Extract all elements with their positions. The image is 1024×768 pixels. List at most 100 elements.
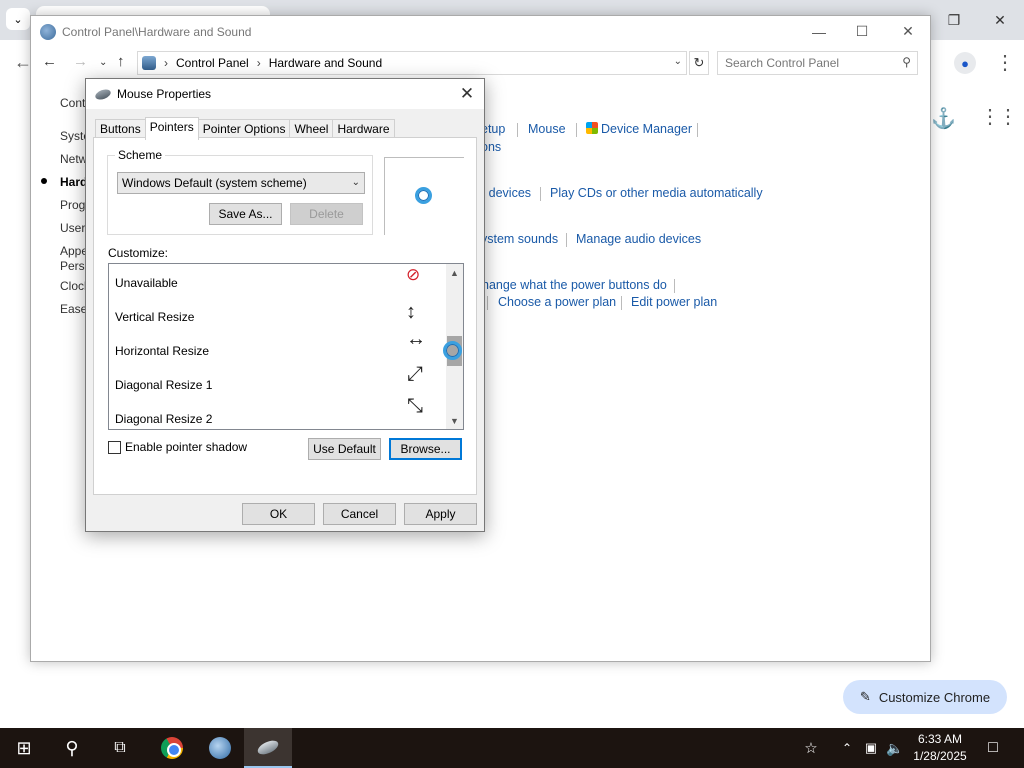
list-item[interactable]: Vertical Resize ↕ (109, 298, 444, 332)
dialog-close-button[interactable]: ✕ (450, 79, 484, 109)
labs-flask-icon[interactable]: ⚓ (931, 106, 956, 131)
address-row: ← → ⌄ ↑ › Control Panel › Hardware and S… (31, 51, 930, 77)
recent-locations-icon[interactable]: ⌄ (99, 57, 107, 68)
cp-window-title: Control Panel\Hardware and Sound (62, 24, 252, 39)
sidebar-item-hardware[interactable]: Hard (60, 175, 87, 189)
chevron-down-icon[interactable]: ⌄ (674, 56, 682, 67)
sidebar-control-panel-home[interactable]: Cont (60, 96, 85, 110)
address-bar[interactable]: › Control Panel › Hardware and Sound ⌄ (137, 51, 687, 75)
save-as-button[interactable]: Save As... (209, 203, 282, 225)
link-devices[interactable]: r devices (481, 186, 531, 200)
cursor-list[interactable]: Unavailable ⊘ Vertical Resize ↕ Horizont… (108, 263, 464, 430)
windows-start-icon[interactable]: ⊞ (0, 728, 48, 768)
active-bullet-icon (41, 178, 47, 184)
cursor-preview (384, 157, 464, 235)
use-default-button[interactable]: Use Default (308, 438, 381, 460)
pointer-shadow-label: Enable pointer shadow (125, 440, 248, 454)
sidebar-item-ease-of-access[interactable]: Ease (60, 302, 87, 316)
search-icon[interactable]: ⚲ (902, 55, 911, 69)
up-icon[interactable]: ↑ (117, 53, 125, 70)
back-icon[interactable]: ← (42, 53, 57, 70)
dialog-title: Mouse Properties (117, 87, 212, 101)
divider (517, 123, 518, 137)
link-power-plan[interactable]: Choose a power plan (498, 295, 616, 309)
notifications-icon[interactable]: □ (978, 728, 1008, 768)
taskbar: ⊞ ⚲ ⧉ ☆ ⌃ ▣ 🔈 6:33 AM 1/28/2025 □ (0, 728, 1024, 768)
pointer-shadow-checkbox[interactable] (108, 440, 121, 454)
volume-icon[interactable]: 🔈 (884, 728, 906, 768)
browser-menu-icon[interactable]: ⋮ (995, 50, 1015, 75)
list-item[interactable]: Unavailable ⊘ (109, 264, 444, 298)
customize-chrome-button[interactable]: ✎ Customize Chrome (843, 680, 1007, 714)
scroll-down-icon[interactable]: ▼ (446, 412, 463, 429)
sidebar-item-programs[interactable]: Prog (60, 198, 85, 212)
control-panel-icon (209, 737, 231, 759)
ok-button[interactable]: OK (242, 503, 315, 525)
diagonal-resize-2-icon: ⤡ (407, 395, 423, 417)
clock-time: 6:33 AM (917, 732, 963, 746)
horizontal-resize-icon: ↔ (406, 328, 426, 350)
maximize-button[interactable]: ☐ (839, 16, 885, 47)
tab-pointers[interactable]: Pointers (144, 117, 199, 140)
link-device-manager[interactable]: Device Manager (586, 122, 692, 136)
link-system-sounds[interactable]: ystem sounds (481, 232, 558, 246)
cursor-name: Diagonal Resize 2 (115, 412, 213, 426)
link-mouse[interactable]: Mouse (528, 122, 566, 136)
search-input[interactable]: Search Control Panel ⚲ (717, 51, 918, 75)
restore-button[interactable]: ❐ (934, 8, 974, 32)
link-audio-devices[interactable]: Manage audio devices (576, 232, 701, 246)
apply-button[interactable]: Apply (404, 503, 477, 525)
tab-strip: Buttons Pointers Pointer Options Wheel H… (95, 117, 395, 140)
vertical-resize-icon: ↕ (406, 301, 416, 323)
cursor-name: Horizontal Resize (115, 344, 210, 358)
tab-search-button[interactable]: ⌄ (6, 8, 30, 30)
link-edit-power-plan[interactable]: Edit power plan (631, 295, 717, 309)
breadcrumb-hardware-sound[interactable]: Hardware and Sound (269, 56, 382, 70)
shield-icon (586, 122, 598, 134)
task-view-icon[interactable]: ⧉ (96, 728, 144, 768)
refresh-icon[interactable]: ↻ (689, 51, 709, 75)
divider (697, 123, 698, 137)
taskbar-clock[interactable]: 6:33 AM 1/28/2025 (908, 731, 972, 765)
link-play-cds[interactable]: Play CDs or other media automatically (550, 186, 763, 200)
sidebar-item-appearance[interactable]: Appe (60, 244, 88, 258)
breadcrumb-control-panel[interactable]: Control Panel (176, 56, 249, 70)
pencil-icon: ✎ (859, 689, 871, 704)
profile-avatar[interactable]: ● (954, 52, 976, 74)
forward-icon[interactable]: → (73, 53, 88, 70)
dialog-titlebar: Mouse Properties ✕ (86, 79, 484, 109)
divider (487, 296, 488, 310)
sidebar-item-network[interactable]: Netw (60, 152, 87, 166)
cancel-button[interactable]: Cancel (323, 503, 396, 525)
mouse-properties-taskbar-icon[interactable] (244, 728, 292, 768)
chevron-up-icon[interactable]: ⌃ (836, 728, 858, 768)
people-icon[interactable]: ☆ (796, 728, 826, 768)
sidebar-item-user-accounts[interactable]: User (60, 221, 85, 235)
search-icon[interactable]: ⚲ (48, 728, 96, 768)
apps-grid-icon[interactable]: ⋮⋮⋮ (980, 104, 1024, 129)
close-browser-button[interactable]: ✕ (980, 8, 1020, 32)
pointer-shadow-option[interactable]: Enable pointer shadow (108, 440, 247, 454)
unavailable-cursor-icon: ⊘ (406, 265, 421, 284)
busy-cursor-icon (415, 187, 432, 204)
browse-button[interactable]: Browse... (389, 438, 462, 460)
mouse-icon (255, 737, 281, 757)
network-icon[interactable]: ▣ (860, 728, 882, 768)
minimize-button[interactable]: — (796, 16, 842, 47)
control-panel-taskbar-icon[interactable] (196, 728, 244, 768)
chrome-taskbar-icon[interactable] (148, 728, 196, 768)
list-item[interactable]: Horizontal Resize ↔ (109, 328, 444, 366)
list-item[interactable]: Diagonal Resize 1 ⤢ (109, 363, 444, 400)
scroll-up-icon[interactable]: ▲ (446, 264, 463, 281)
breadcrumb-separator-icon: › (256, 56, 261, 70)
breadcrumb-separator-icon: › (164, 56, 168, 70)
divider (566, 233, 567, 247)
cursor-name: Diagonal Resize 1 (115, 378, 213, 392)
list-item[interactable]: Diagonal Resize 2 ⤡ (109, 395, 444, 429)
scheme-dropdown[interactable]: Windows Default (system scheme) ⌄ (117, 172, 365, 194)
link-power-buttons[interactable]: hange what the power buttons do (482, 278, 667, 292)
close-button[interactable]: ✕ (885, 16, 931, 47)
control-panel-icon (142, 56, 156, 70)
delete-button[interactable]: Delete (290, 203, 363, 225)
customize-label: Customize: (108, 246, 169, 260)
